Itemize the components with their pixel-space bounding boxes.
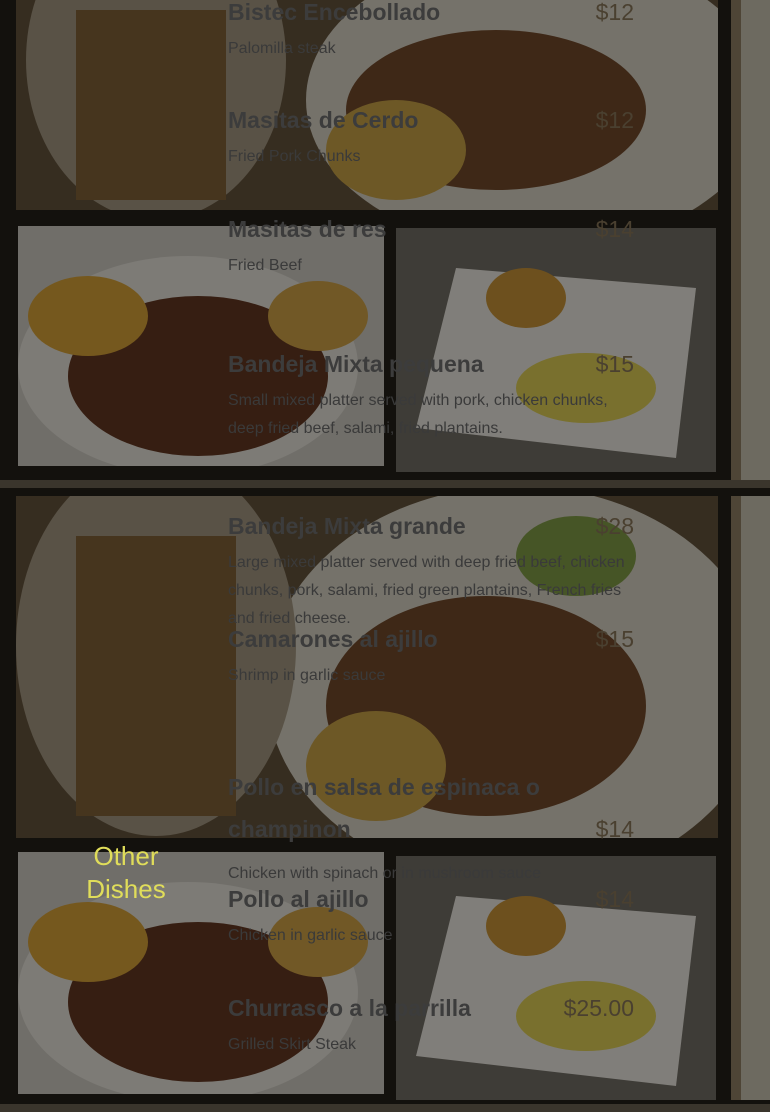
item-name: Masitas de Cerdo	[228, 107, 419, 133]
item-description: Grilled Skirt Steak	[228, 1036, 357, 1053]
item-price: $15	[595, 626, 634, 652]
item-price: $15	[595, 351, 634, 377]
item-price: $12	[595, 0, 634, 25]
item-name: Bistec Encebollado	[228, 0, 441, 25]
section-divider	[0, 480, 770, 488]
section-divider	[0, 1104, 770, 1112]
menu-section-other-dishes: Bandeja Mixta grande $28 Large mixed pla…	[0, 488, 770, 1104]
item-name: Pollo al ajillo	[228, 886, 369, 912]
item-price: $25.00	[563, 995, 634, 1021]
item-price: $14	[595, 886, 634, 912]
item-name: Masitas de res	[228, 216, 387, 242]
item-name: Bandeja Mixta grande	[228, 513, 466, 539]
menu-section-1: Bistec Encebollado $12 Palomilla steak M…	[0, 0, 770, 480]
item-name: Camarones al ajillo	[228, 626, 438, 652]
item-description: Small mixed platter served with pork, ch…	[228, 392, 608, 437]
item-description: Palomilla steak	[228, 40, 336, 57]
item-price: $12	[595, 107, 634, 133]
item-description: Fried Pork Chunks	[228, 148, 361, 165]
item-description: Shrimp in garlic sauce	[228, 667, 386, 684]
item-name: Churrasco a la parrilla	[228, 995, 471, 1021]
item-price: $28	[595, 513, 634, 539]
item-description: Chicken in garlic sauce	[228, 927, 393, 944]
section-title: Other Dishes	[86, 841, 166, 904]
item-description: Fried Beef	[228, 257, 302, 274]
item-name: Bandeja Mixta pequena	[228, 351, 484, 377]
item-name: Pollo en salsa de espinaca o champinon	[228, 774, 540, 842]
item-price: $14	[595, 816, 634, 842]
item-price: $14	[595, 216, 634, 242]
